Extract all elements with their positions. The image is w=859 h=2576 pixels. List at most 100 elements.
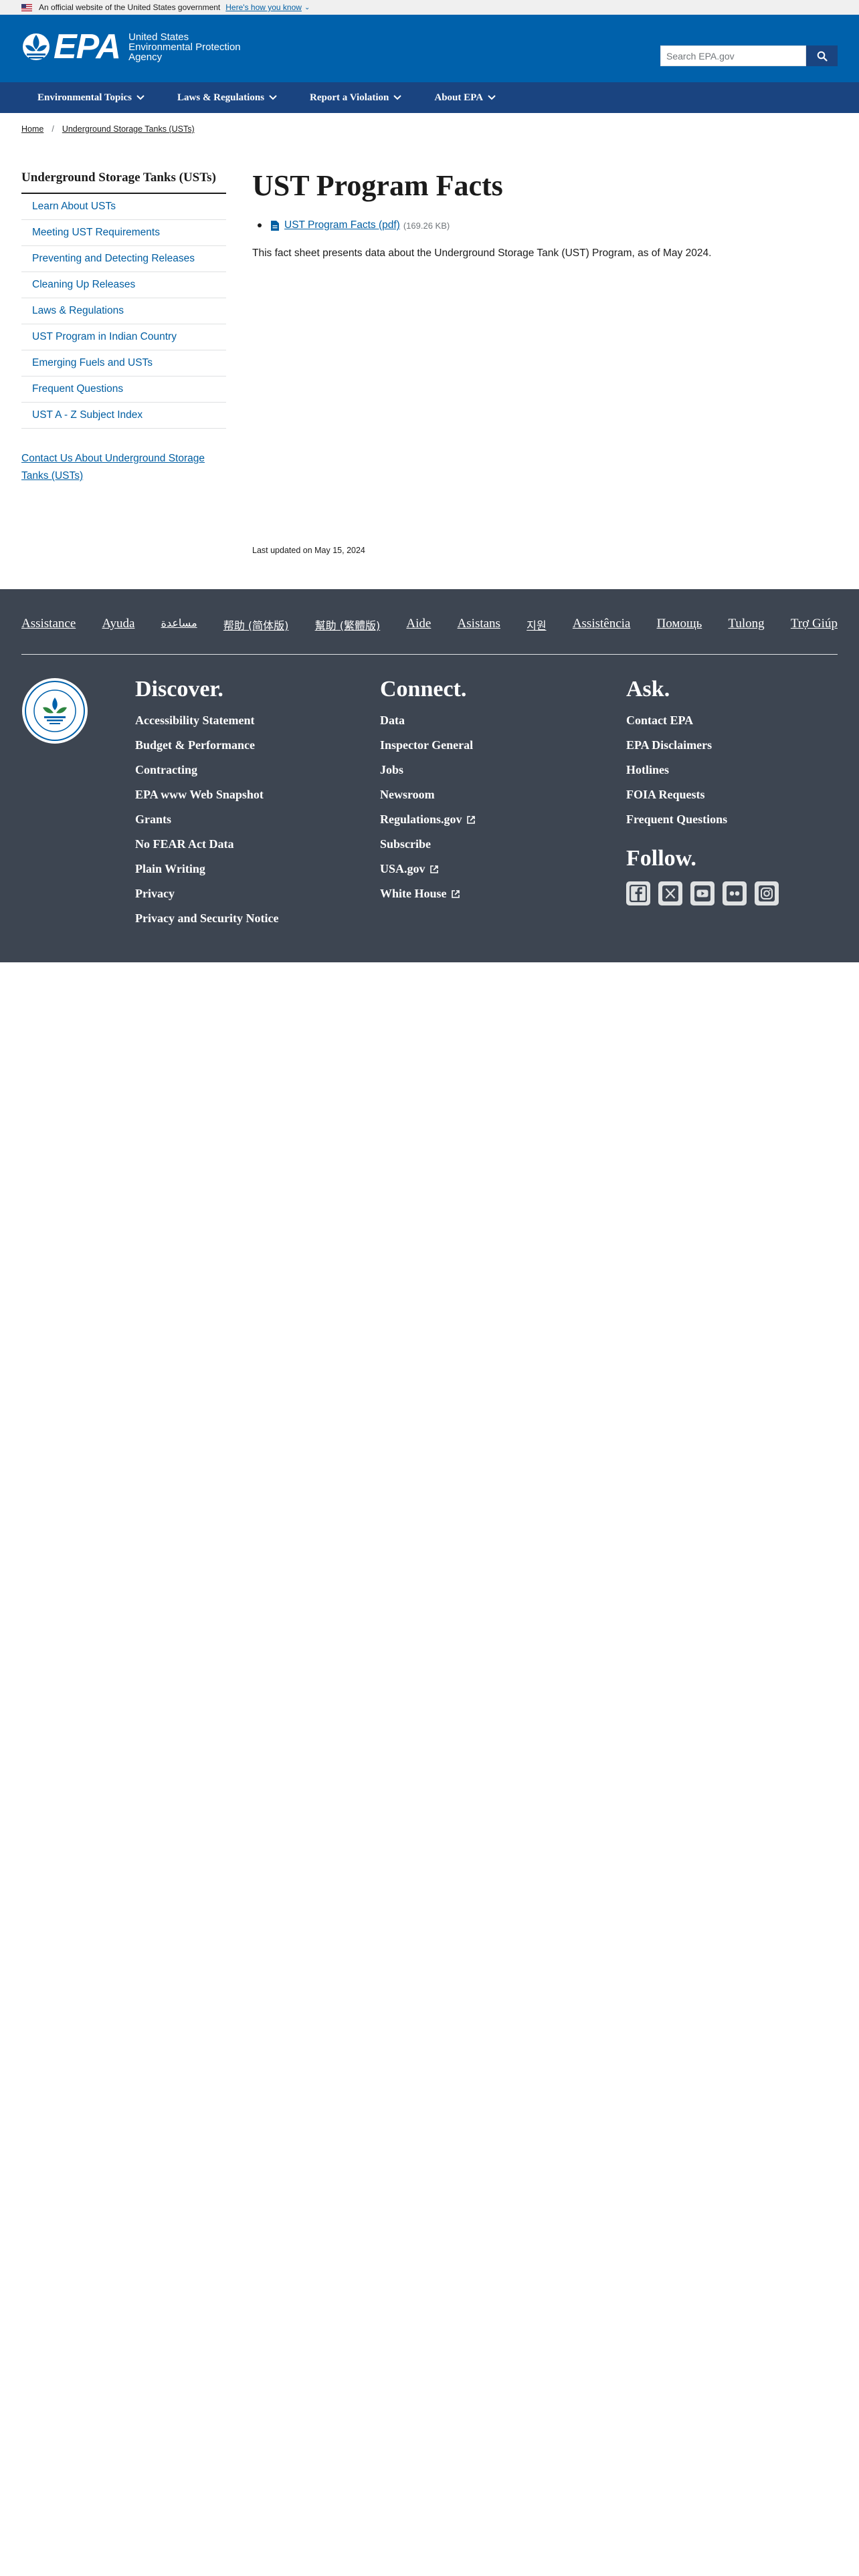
facebook-icon[interactable] [626,881,650,905]
footer-link-usa-gov[interactable]: USA.gov [380,857,476,881]
breadcrumb-separator: / [52,124,54,134]
footer-link-web-snapshot[interactable]: EPA www Web Snapshot [135,782,278,807]
file-icon [271,220,279,231]
footer-link-disclaimers[interactable]: EPA Disclaimers [626,733,787,758]
search-form [660,45,838,66]
breadcrumb-usts[interactable]: Underground Storage Tanks (USTs) [62,124,195,134]
lang-link-arabic[interactable]: مساعدة [161,617,197,633]
search-icon [817,51,828,62]
sidebar-title: Underground Storage Tanks (USTs) [21,170,226,194]
footer-link-contact-epa[interactable]: Contact EPA [626,708,787,733]
flickr-icon[interactable] [723,881,747,905]
last-updated: Last updated on May 15, 2024 [252,546,365,555]
footer-link-accessibility[interactable]: Accessibility Statement [135,708,278,733]
contact-us-link[interactable]: Contact Us About Underground Storage Tan… [21,450,226,485]
footer-link-jobs[interactable]: Jobs [380,758,476,782]
agency-name: United States Environmental Protection A… [128,31,241,63]
chevron-down-icon [488,95,496,100]
nav-report-violation[interactable]: Report a Violation [310,92,402,104]
site-header: EPA United States Environmental Protecti… [0,15,859,82]
connect-title: Connect. [380,677,467,702]
heres-how-you-know-link[interactable]: Here's how you know [225,3,302,12]
footer-link-newsroom[interactable]: Newsroom [380,782,476,807]
gov-banner: An official website of the United States… [0,0,859,15]
document-list: UST Program Facts (pdf) (169.26 KB) [271,219,828,231]
lang-link-assistance[interactable]: Assistance [21,617,76,633]
youtube-icon[interactable] [690,881,714,905]
footer-link-hotlines[interactable]: Hotlines [626,758,787,782]
file-size: (169.26 KB) [403,220,450,231]
x-icon[interactable] [658,881,682,905]
breadcrumb-home[interactable]: Home [21,124,43,134]
footer-link-budget[interactable]: Budget & Performance [135,733,278,758]
lang-link-ayuda[interactable]: Ayuda [102,617,134,633]
discover-title: Discover. [135,677,223,702]
lang-link-chinese-traditional[interactable]: 幫助 (繁體版) [315,617,381,633]
search-button[interactable] [806,45,838,66]
breadcrumb: Home / Underground Storage Tanks (USTs) [21,124,195,134]
sidebar-item-meeting-requirements[interactable]: Meeting UST Requirements [21,220,226,246]
footer-link-frequent-questions[interactable]: Frequent Questions [626,807,787,832]
lang-link-vietnamese[interactable]: Trợ Giúp [791,617,838,633]
instagram-icon[interactable] [755,881,779,905]
footer-discover: Discover. Accessibility Statement Budget… [135,675,278,931]
sidebar-item-learn-about-usts[interactable]: Learn About USTs [21,194,226,220]
epa-seal-icon [21,677,88,748]
lang-link-russian[interactable]: Помощь [657,617,702,633]
chevron-down-icon [393,95,402,100]
nav-environmental-topics[interactable]: Environmental Topics [37,92,145,104]
ask-title: Ask. [626,677,670,702]
ust-program-facts-pdf-link[interactable]: UST Program Facts (pdf) [284,219,400,231]
footer-link-privacy[interactable]: Privacy [135,881,278,906]
lang-link-korean[interactable]: 지원 [527,617,546,633]
page-title: UST Program Facts [252,169,503,202]
footer-ask: Ask. Contact EPA EPA Disclaimers Hotline… [626,675,787,905]
external-link-icon [466,815,475,824]
lang-link-assistencia[interactable]: Assistência [573,617,631,633]
nav-laws-regulations[interactable]: Laws & Regulations [177,92,278,104]
social-links [626,881,787,905]
lang-link-chinese-simplified[interactable]: 帮助 (简体版) [223,617,289,633]
epa-wordmark: EPA [54,27,121,66]
sidebar-item-frequent-questions[interactable]: Frequent Questions [21,377,226,403]
sidebar-item-indian-country[interactable]: UST Program in Indian Country [21,324,226,350]
footer-link-subscribe[interactable]: Subscribe [380,832,476,857]
us-flag-icon [21,3,32,11]
external-link-icon [430,865,438,873]
epa-flower-logo-icon [21,31,51,63]
intro-paragraph: This fact sheet presents data about the … [252,247,712,259]
sidebar-item-preventing-detecting[interactable]: Preventing and Detecting Releases [21,246,226,272]
epa-logo[interactable]: EPA United States Environmental Protecti… [21,29,241,64]
footer-link-no-fear[interactable]: No FEAR Act Data [135,832,278,857]
main-nav: Environmental Topics Laws & Regulations … [0,82,859,113]
sidebar-item-cleaning-up[interactable]: Cleaning Up Releases [21,272,226,298]
footer-link-grants[interactable]: Grants [135,807,278,832]
footer-link-privacy-security[interactable]: Privacy and Security Notice [135,906,278,931]
search-input[interactable] [660,45,806,66]
language-links: Assistance Ayuda مساعدة 帮助 (简体版) 幫助 (繁體版… [21,617,838,633]
lang-link-tulong[interactable]: Tulong [728,617,764,633]
chevron-down-icon [269,95,277,100]
gov-banner-text: An official website of the United States… [39,3,221,12]
footer-connect: Connect. Data Inspector General Jobs New… [380,675,476,906]
external-link-icon [451,889,460,898]
footer-link-white-house[interactable]: White House [380,881,476,906]
list-item: UST Program Facts (pdf) (169.26 KB) [271,219,828,231]
lang-link-aide[interactable]: Aide [406,617,431,633]
follow-title: Follow. [626,846,696,871]
chevron-down-icon[interactable]: ⌄ [304,4,310,11]
footer-link-regulations-gov[interactable]: Regulations.gov [380,807,476,832]
nav-about-epa[interactable]: About EPA [434,92,496,104]
lang-link-asistans[interactable]: Asistans [458,617,500,633]
sidebar-item-subject-index[interactable]: UST A - Z Subject Index [21,403,226,429]
footer-link-foia[interactable]: FOIA Requests [626,782,787,807]
sidebar-item-laws-regulations[interactable]: Laws & Regulations [21,298,226,324]
sidebar: Underground Storage Tanks (USTs) Learn A… [21,170,226,485]
chevron-down-icon [136,95,145,100]
footer-link-plain-writing[interactable]: Plain Writing [135,857,278,881]
main-content: UST Program Facts UST Program Facts (pdf… [252,167,828,261]
footer-link-contracting[interactable]: Contracting [135,758,278,782]
footer-link-data[interactable]: Data [380,708,476,733]
footer-link-inspector-general[interactable]: Inspector General [380,733,476,758]
sidebar-item-emerging-fuels[interactable]: Emerging Fuels and USTs [21,350,226,377]
